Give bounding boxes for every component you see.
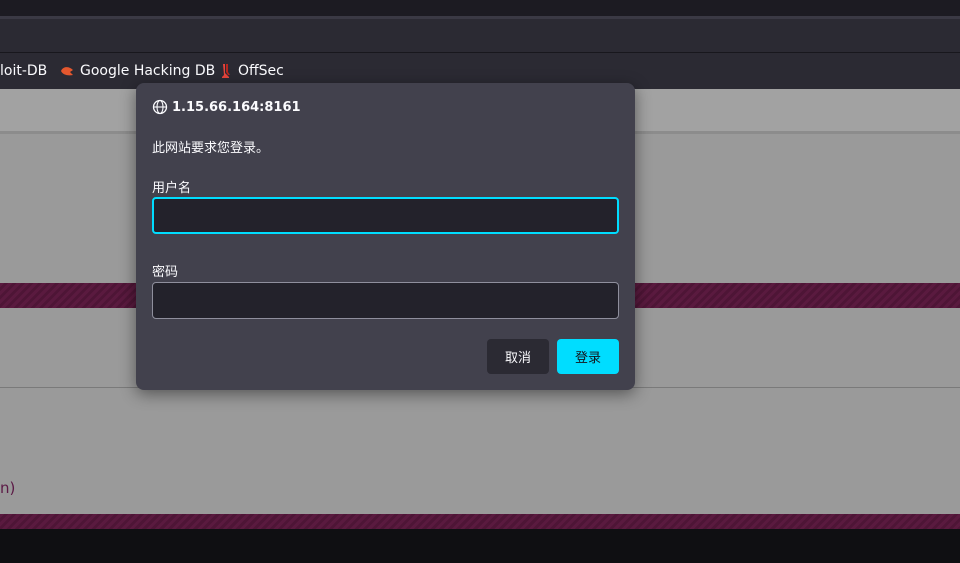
dialog-origin-text: 1.15.66.164:8161 — [172, 99, 301, 115]
auth-dialog: 1.15.66.164:8161 此网站要求您登录。 用户名 密码 取消 登录 — [136, 83, 635, 390]
password-label: 密码 — [152, 265, 179, 280]
page-link-fragment[interactable]: n) — [0, 479, 15, 497]
bookmark-label: loit-DB — [0, 63, 48, 79]
bookmark-exploit-db[interactable]: loit-DB — [0, 63, 47, 79]
dialog-origin: 1.15.66.164:8161 — [152, 99, 301, 115]
username-label: 用户名 — [152, 181, 192, 196]
navigation-toolbar — [0, 19, 960, 53]
dialog-message: 此网站要求您登录。 — [152, 141, 270, 156]
bookmark-label: Google Hacking DB — [80, 63, 216, 79]
username-field[interactable] — [152, 197, 619, 234]
login-button[interactable]: 登录 — [557, 339, 619, 374]
window-top-strip — [0, 0, 960, 16]
status-bar — [0, 529, 960, 563]
cancel-button[interactable]: 取消 — [487, 339, 549, 374]
bookmark-google-hacking-db[interactable]: Google Hacking DB — [60, 63, 215, 79]
password-field[interactable] — [152, 282, 619, 319]
globe-icon — [152, 99, 168, 115]
bookmark-label: OffSec — [238, 63, 284, 79]
offsec-icon — [222, 64, 230, 78]
google-hacking-db-icon — [61, 67, 73, 76]
banner-stripe-bottom — [0, 514, 960, 529]
bookmark-offsec[interactable]: OffSec — [220, 63, 284, 79]
